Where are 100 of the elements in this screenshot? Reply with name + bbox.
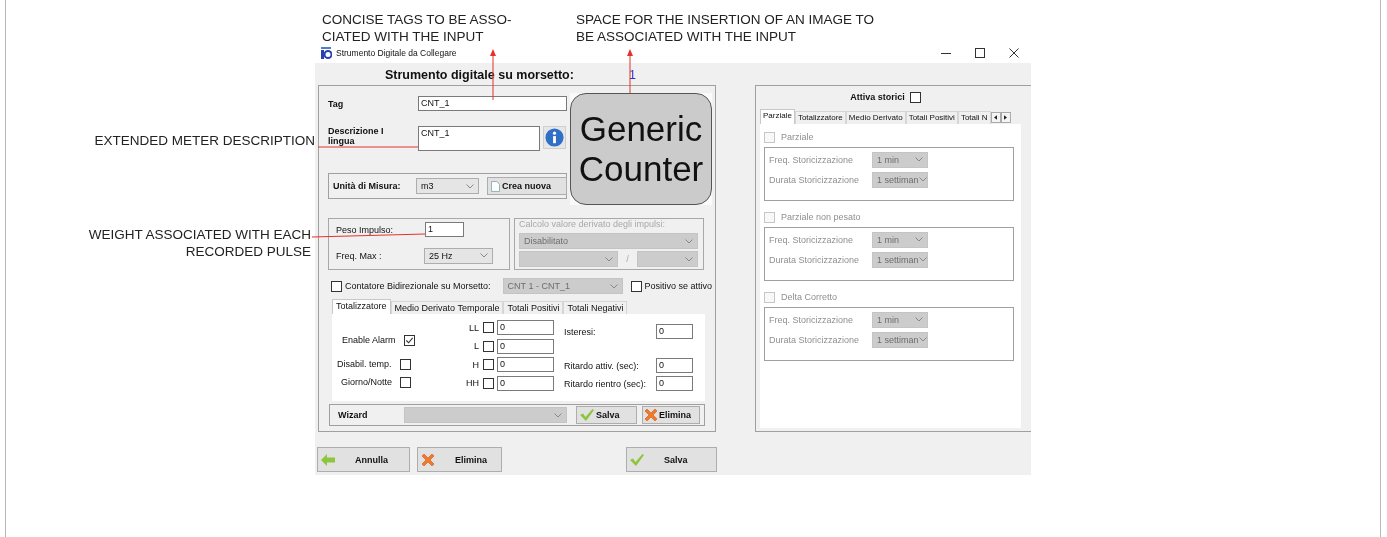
document-icon (491, 180, 500, 192)
checkbox-label: Positivo se attivo (644, 281, 713, 291)
checkbox-label: Disabil. temp. (337, 359, 392, 369)
check-icon (630, 453, 644, 466)
setting-field[interactable]: 0 (656, 324, 693, 339)
field-label: Durata Storicizzazione (769, 254, 861, 265)
annotation-text: EXTENDED METER DESCRIPTION (94, 132, 315, 149)
setting-field[interactable]: 0 (656, 376, 693, 391)
left-arrow-icon (321, 453, 335, 466)
field-label: Tag (328, 98, 345, 109)
save-button[interactable]: Salva (626, 447, 717, 472)
checkbox[interactable] (483, 359, 494, 370)
pulse-weight-field[interactable]: 1 (425, 222, 464, 237)
threshold-field[interactable]: 0 (497, 320, 554, 335)
field-label: Unità di Misura: (333, 181, 402, 191)
cross-icon (644, 408, 658, 422)
scroll-left-button[interactable] (990, 112, 1001, 123)
checkbox-label: Delta Corretto (781, 292, 838, 302)
counter-image: Generic Counter (570, 93, 712, 205)
threshold-field[interactable]: 0 (497, 375, 554, 391)
field-label: Freq. Storicizzazione (769, 154, 855, 165)
tab[interactable]: Totali N (957, 111, 991, 124)
right-triangle-icon (1004, 115, 1008, 120)
annotation-text: SPACE FOR THE INSERTION OF AN IMAGE TO BE ASSOCIATED WITH THE INPUT (576, 11, 875, 45)
wizard-label: Wizard (338, 410, 369, 420)
info-button[interactable] (543, 126, 566, 149)
checkbox[interactable] (630, 280, 642, 292)
tab[interactable]: Medio Derivato (845, 111, 906, 124)
chevron-icon (480, 253, 488, 258)
annotation-text: CONCISE TAGS TO BE ASSO- CIATED WITH THE INPUT (322, 11, 512, 45)
field-label: Descrizione I lingua (328, 126, 385, 146)
checkbox[interactable] (403, 334, 415, 346)
tag-field[interactable]: CNT_1 (418, 96, 567, 111)
field-label: Freq. Storicizzazione (769, 234, 855, 245)
tab[interactable]: Parziale (760, 109, 795, 124)
field-label: Freq. Storicizzazione (769, 314, 855, 325)
chevron-icon (466, 183, 474, 189)
field-label: Freq. Max : (336, 250, 383, 261)
chevron-icon (609, 283, 618, 289)
cross-icon (421, 452, 435, 467)
checkbox[interactable] (483, 340, 494, 352)
checkbox-label: Enable Alarm (342, 335, 396, 345)
header-label: Strumento digitale su morsetto: (385, 68, 574, 82)
checkbox[interactable] (483, 322, 494, 333)
threshold-field[interactable]: 0 (497, 338, 554, 354)
chevron-icon (554, 412, 562, 418)
checkbox[interactable] (909, 91, 921, 103)
chevron-icon (918, 177, 927, 182)
checkbox[interactable] (483, 377, 494, 389)
separator-slash: / (625, 254, 630, 264)
chevron-icon (915, 317, 923, 322)
threshold-label: L (473, 341, 479, 351)
chevron-icon (685, 238, 693, 244)
chevron-icon (605, 256, 613, 262)
window-title: Strumento Digitale da Collegare (336, 48, 457, 58)
checkbox-label: Parziale (781, 132, 814, 142)
new-unit-button[interactable]: Crea nuova (487, 177, 567, 195)
close-icon (1009, 48, 1019, 58)
tab[interactable]: Totali Positivi (905, 111, 958, 124)
tab[interactable]: Medio Derivato Temporale (390, 301, 504, 314)
checkbox-label: Attiva storici (850, 92, 905, 102)
check-icon (580, 409, 594, 421)
checkbox[interactable] (331, 280, 342, 292)
maximize-icon (975, 48, 985, 58)
checkbox-label: Giorno/Notte (341, 377, 393, 387)
checkbox[interactable] (399, 358, 411, 370)
tab[interactable]: Totalizzatore (332, 299, 391, 314)
threshold-label: HH (465, 378, 479, 388)
field-label: Durata Storicizzazione (769, 334, 861, 345)
app-icon (320, 47, 332, 59)
scroll-right-button[interactable] (1000, 112, 1011, 123)
tab[interactable]: Totalizzatore (794, 111, 846, 124)
delete-button[interactable]: Elimina (417, 447, 502, 472)
field-label: Durata Storicizzazione (769, 174, 861, 185)
dropdown[interactable]: m3 (416, 178, 479, 194)
chevron-icon (915, 157, 923, 162)
chevron-icon (918, 337, 927, 342)
threshold-field[interactable]: 0 (497, 357, 554, 372)
group-title: Calcolo valore derivato degli impulsi: (519, 219, 667, 231)
chevron-icon (685, 256, 693, 262)
terminal-number: 1 (628, 68, 636, 82)
field-label: Ritardo rientro (sec): (564, 378, 648, 389)
checkbox-label: Parziale non pesato (781, 212, 861, 222)
checkbox[interactable] (400, 376, 412, 388)
field-label: Peso Impulso: (336, 224, 395, 235)
description-field[interactable]: CNT_1 (418, 126, 540, 151)
chevron-icon (918, 257, 927, 262)
chevron-icon (915, 237, 923, 242)
checkbox-label: Contatore Bidirezionale su Morsetto: (345, 281, 491, 291)
setting-field[interactable]: 0 (656, 358, 693, 373)
left-triangle-icon (994, 115, 998, 120)
field-label: Isteresi: (564, 326, 597, 337)
threshold-label: H (471, 359, 479, 370)
dropdown[interactable]: 25 Hz (424, 247, 493, 264)
cancel-button[interactable]: Annulla (317, 447, 410, 472)
tab[interactable]: Totali Positivi (503, 301, 564, 314)
tab[interactable]: Totali Negativi (563, 301, 628, 314)
threshold-label: LL (468, 322, 479, 333)
field-label: Ritardo attiv. (sec): (564, 360, 640, 371)
annotation-text: WEIGHT ASSOCIATED WITH EACH RECORDED PULSE (88, 226, 311, 260)
